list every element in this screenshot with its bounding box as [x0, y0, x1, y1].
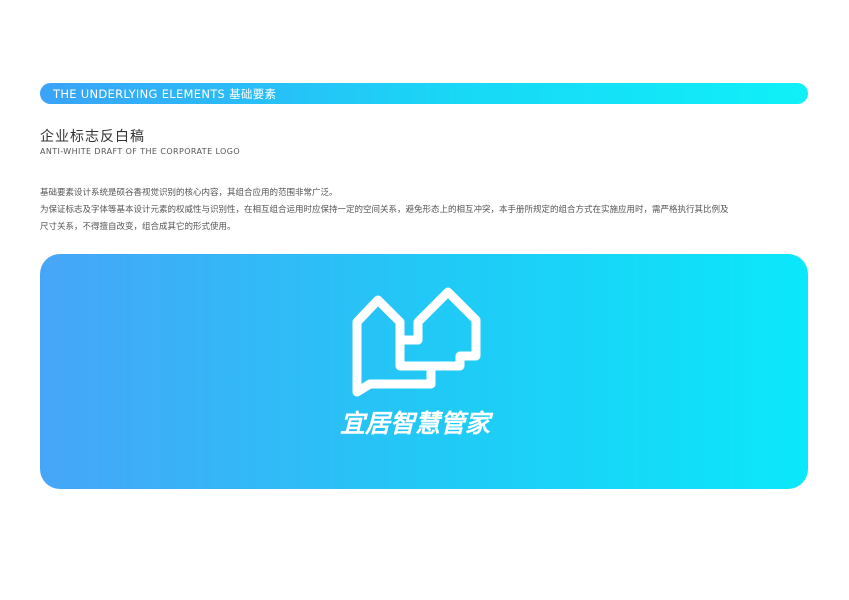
two-houses-speech-bubble-icon [352, 287, 481, 397]
brand-manual-page: THE UNDERLYING ELEMENTS 基础要素 企业标志反白稿 ANT… [0, 0, 849, 600]
page-title: 企业标志反白稿 [40, 129, 145, 145]
logo-display-panel: 宜居智慧管家 [40, 254, 808, 489]
brand-name: 宜居智慧管家 [339, 409, 490, 438]
page-subtitle: ANTI-WHITE DRAFT OF THE CORPORATE LOGO [40, 147, 241, 156]
description-line: 基础要素设计系统是硕谷香视觉识别的核心内容，其组合应用的范围非常广泛。 [40, 188, 338, 198]
section-header-bar: THE UNDERLYING ELEMENTS 基础要素 [40, 83, 808, 104]
description-line: 尺寸关系，不得擅自改变，组合成其它的形式使用。 [40, 222, 236, 232]
description-line: 为保证标志及字体等基本设计元素的权威性与识别性，在相互组合运用时应保持一定的空间… [40, 205, 729, 215]
description-text: 基础要素设计系统是硕谷香视觉识别的核心内容，其组合应用的范围非常广泛。 为保证标… [40, 185, 820, 236]
section-header-label: THE UNDERLYING ELEMENTS 基础要素 [53, 86, 277, 101]
